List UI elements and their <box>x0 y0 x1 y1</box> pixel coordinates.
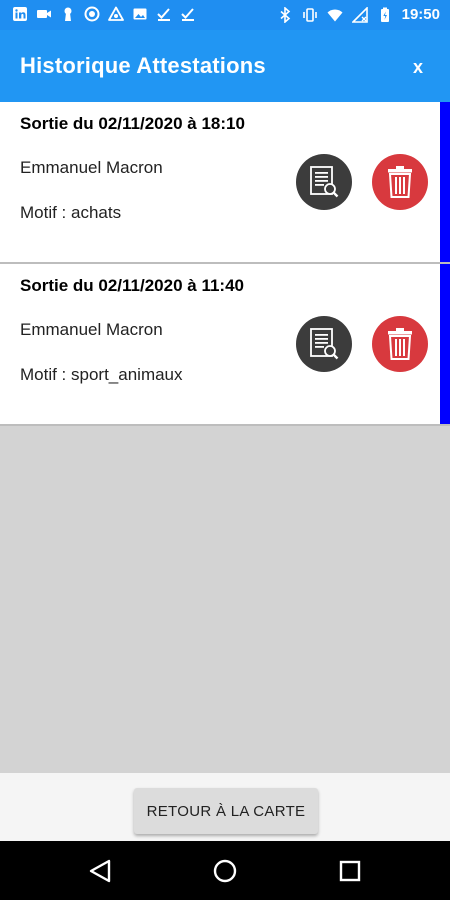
attestation-name: Emmanuel Macron <box>20 320 163 339</box>
wifi-icon <box>327 9 343 22</box>
trash-icon <box>388 166 412 198</box>
card-accent-bar <box>440 264 450 424</box>
attestation-card: Sortie du 02/11/2020 à 18:10 Emmanuel Ma… <box>0 102 450 264</box>
delete-attestation-button[interactable] <box>372 154 428 210</box>
circle-icon <box>84 6 100 22</box>
close-button[interactable]: x <box>406 56 430 80</box>
image-icon <box>133 8 147 20</box>
status-bar: 19:50 <box>0 0 450 30</box>
recents-icon[interactable] <box>335 856 365 886</box>
battery-charging-icon <box>380 7 389 22</box>
view-attestation-button[interactable] <box>296 154 352 210</box>
no-signal-icon <box>351 7 368 23</box>
video-icon <box>37 10 51 18</box>
attestation-card: Sortie du 02/11/2020 à 11:40 Emmanuel Ma… <box>0 264 450 426</box>
attestation-motif: Motif : achats <box>20 203 122 222</box>
document-search-icon <box>310 166 339 198</box>
attestation-list: Sortie du 02/11/2020 à 18:10 Emmanuel Ma… <box>0 102 450 426</box>
check-icon <box>157 8 170 21</box>
app-bar: Historique Attestations x <box>0 30 450 102</box>
trash-icon <box>388 328 412 360</box>
page-title: Historique Attestations <box>20 53 266 78</box>
bluetooth-icon <box>280 7 290 23</box>
return-to-map-button[interactable]: RETOUR À LA CARTE <box>134 788 318 834</box>
warning-icon <box>108 6 124 21</box>
document-search-icon <box>310 328 339 360</box>
attestation-title: Sortie du 02/11/2020 à 11:40 <box>20 276 244 295</box>
attestation-name: Emmanuel Macron <box>20 158 163 177</box>
delete-attestation-button[interactable] <box>372 316 428 372</box>
navigation-bar <box>0 841 450 900</box>
linkedin-icon <box>13 7 27 21</box>
attestation-title: Sortie du 02/11/2020 à 18:10 <box>20 114 245 133</box>
home-icon[interactable] <box>210 856 240 886</box>
notification-icons <box>12 6 196 22</box>
system-icons: 19:50 <box>277 6 440 24</box>
attestation-motif: Motif : sport_animaux <box>20 365 183 384</box>
keyhole-icon <box>64 7 72 21</box>
status-time: 19:50 <box>401 6 440 23</box>
card-accent-bar <box>440 102 450 262</box>
vibrate-icon <box>302 8 317 22</box>
check-icon <box>181 8 194 21</box>
view-attestation-button[interactable] <box>296 316 352 372</box>
footer: RETOUR À LA CARTE <box>0 773 450 841</box>
back-icon[interactable] <box>85 856 115 886</box>
